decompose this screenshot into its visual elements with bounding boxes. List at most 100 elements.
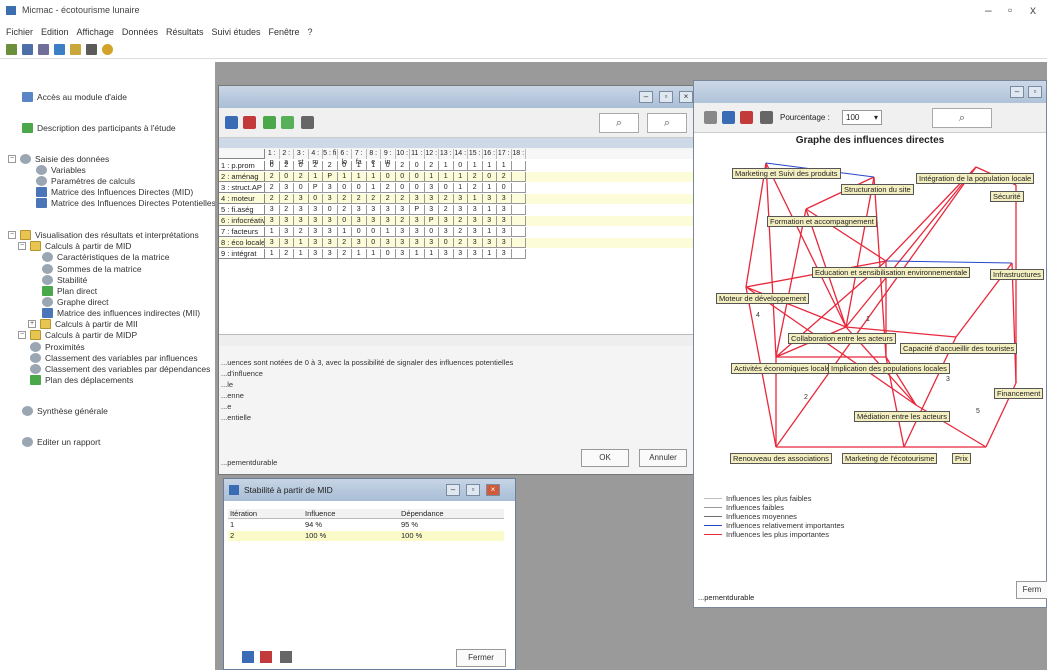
matrix-column-header[interactable]: 8 : e xyxy=(367,149,381,166)
matrix-cell[interactable]: 1 xyxy=(482,183,497,193)
save-icon[interactable] xyxy=(38,44,49,55)
matrix-cell[interactable] xyxy=(511,216,526,226)
tree-item-plan-direct[interactable]: Plan direct xyxy=(42,286,97,296)
graph-node[interactable]: Renouveau des associations xyxy=(730,453,832,464)
matrix-cell[interactable]: 1 xyxy=(352,249,367,259)
matrix-cell[interactable]: 2 xyxy=(381,183,396,193)
matrix-column-header[interactable]: 10 : xyxy=(396,149,410,159)
matrix-cell[interactable]: 2 xyxy=(279,161,294,171)
close-button[interactable]: Ferm xyxy=(1016,581,1047,599)
matrix-cell[interactable]: 0 xyxy=(410,172,425,182)
matrix-cell[interactable]: 0 xyxy=(410,183,425,193)
matrix-cell[interactable]: 2 xyxy=(294,227,309,237)
ok-button[interactable]: OK xyxy=(581,449,629,467)
matrix-cell[interactable]: 0 xyxy=(453,161,468,171)
matrix-cell[interactable]: 3 xyxy=(482,194,497,204)
tree-item-visualisation[interactable]: − Visualisation des résultats et interpré… xyxy=(8,230,199,240)
matrix-cell[interactable]: 1 xyxy=(453,172,468,182)
matrix-row[interactable]: 7 : facteurs 1 3 2 3 3 1 0 0 1 3 3 0 3 2 3 1 3 xyxy=(219,227,697,237)
matrix-cell[interactable]: 2 xyxy=(497,172,512,182)
new-icon[interactable] xyxy=(6,44,17,55)
matrix-cell[interactable]: 2 xyxy=(308,161,323,171)
matrix-cell[interactable]: 2 xyxy=(265,183,280,193)
user-icon[interactable] xyxy=(243,116,256,129)
matrix-cell[interactable]: 2 xyxy=(294,172,309,182)
matrix-cell[interactable]: 2 xyxy=(265,194,280,204)
matrix-cell[interactable]: 1 xyxy=(265,227,280,237)
tree-item-characteristics[interactable]: Caractéristiques de la matrice xyxy=(42,252,169,262)
matrix-cell[interactable]: 0 xyxy=(265,161,280,171)
matrix-cell[interactable]: 3 xyxy=(323,183,338,193)
matrix-cell[interactable] xyxy=(511,249,526,259)
table-row[interactable]: 2 100 % 100 % xyxy=(228,531,504,541)
matrix-cell[interactable]: 3 xyxy=(265,205,280,215)
matrix-cell[interactable]: 0 xyxy=(308,194,323,204)
matrix-cell[interactable]: 2 xyxy=(468,183,483,193)
cancel-button[interactable]: Annuler xyxy=(639,449,687,467)
stability-window-caption[interactable]: Stabilité à partir de MID – ▫ × xyxy=(224,479,515,501)
matrix-cell[interactable]: 0 xyxy=(366,227,381,237)
matrix-cell[interactable]: 0 xyxy=(381,172,396,182)
tree-item-calc-mid[interactable]: − Calculs à partir de MID xyxy=(18,241,131,251)
graph-node[interactable]: Implication des populations locales xyxy=(828,363,950,374)
matrix-cell[interactable]: 1 xyxy=(424,249,439,259)
matrix-cell[interactable]: 1 xyxy=(352,161,367,171)
collapse-icon[interactable]: − xyxy=(8,231,16,239)
matrix-cell[interactable]: 3 xyxy=(424,194,439,204)
settings-icon[interactable] xyxy=(225,116,238,129)
graph-node[interactable]: Médiation entre les acteurs xyxy=(854,411,951,422)
matrix-cell[interactable]: 3 xyxy=(323,194,338,204)
matrix-row-label[interactable]: 4 : moteur xyxy=(219,194,265,204)
collapse-icon[interactable]: − xyxy=(18,331,26,339)
matrix-cell[interactable]: 1 xyxy=(468,194,483,204)
collapse-icon[interactable]: − xyxy=(18,242,26,250)
add-variable-icon[interactable] xyxy=(263,116,276,129)
graph-node[interactable]: Formation et accompagnement xyxy=(767,216,877,227)
print-icon[interactable] xyxy=(760,111,773,124)
print-icon[interactable] xyxy=(280,651,292,663)
matrix-cell[interactable]: 3 xyxy=(410,216,425,226)
matrix-cell[interactable]: 1 xyxy=(468,161,483,171)
matrix-cell[interactable]: 2 xyxy=(439,205,454,215)
matrix-cell[interactable]: 3 xyxy=(279,227,294,237)
matrix-cell[interactable]: 3 xyxy=(497,227,512,237)
menu-fichier[interactable]: Fichier xyxy=(6,27,33,37)
user-icon[interactable] xyxy=(740,111,753,124)
minimize-icon[interactable]: – xyxy=(985,3,992,17)
matrix-cell[interactable]: 3 xyxy=(468,249,483,259)
matrix-cell[interactable]: 3 xyxy=(323,238,338,248)
tree-item-variables[interactable]: Variables xyxy=(36,165,86,175)
matrix-cell[interactable]: 3 xyxy=(439,249,454,259)
matrix-cell[interactable]: 1 xyxy=(453,183,468,193)
graph-window-caption[interactable]: – ▫ xyxy=(694,81,1046,103)
maximize-icon[interactable]: ▫ xyxy=(659,91,673,103)
menu-edition[interactable]: Edition xyxy=(41,27,69,37)
matrix-cell[interactable]: 3 xyxy=(497,249,512,259)
matrix-cell[interactable]: 2 xyxy=(424,161,439,171)
matrix-cell[interactable]: 1 xyxy=(294,249,309,259)
settings-icon[interactable] xyxy=(242,651,254,663)
matrix-column-header[interactable]: 3 : st xyxy=(294,149,309,166)
graph-node[interactable]: Intégration de la population locale xyxy=(916,173,1035,184)
tree-item-report[interactable]: Editer un rapport xyxy=(22,437,100,447)
matrix-cell[interactable]: 3 xyxy=(468,205,483,215)
tree-item-participants[interactable]: Description des participants à l'étude xyxy=(22,123,176,133)
minimize-icon[interactable]: – xyxy=(639,91,653,103)
matrix-cell[interactable]: 0 xyxy=(323,205,338,215)
matrix-cell[interactable] xyxy=(511,161,526,171)
matrix-cell[interactable]: 3 xyxy=(323,249,338,259)
matrix-row-label[interactable]: 5 : fi.aség xyxy=(219,205,265,215)
menu-suivi-etudes[interactable]: Suivi études xyxy=(211,27,260,37)
matrix-cell[interactable]: 0 xyxy=(381,161,396,171)
matrix-cell[interactable]: 1 xyxy=(439,161,454,171)
matrix-cell[interactable]: 3 xyxy=(468,216,483,226)
matrix-cell[interactable]: 3 xyxy=(439,216,454,226)
matrix-cell[interactable]: 2 xyxy=(337,238,352,248)
matrix-cell[interactable]: 3 xyxy=(453,249,468,259)
matrix-row[interactable]: 3 : struct.AP 2 3 0 P 3 0 0 1 2 0 0 3 0 1 2 1 0 xyxy=(219,183,697,193)
matrix-cell[interactable]: 3 xyxy=(453,194,468,204)
close-icon[interactable]: x xyxy=(1030,3,1036,17)
matrix-column-header[interactable]: 5 : fi xyxy=(323,149,338,159)
tree-item-plan-moves[interactable]: Plan des déplacements xyxy=(30,375,133,385)
matrix-cell[interactable]: 2 xyxy=(366,194,381,204)
